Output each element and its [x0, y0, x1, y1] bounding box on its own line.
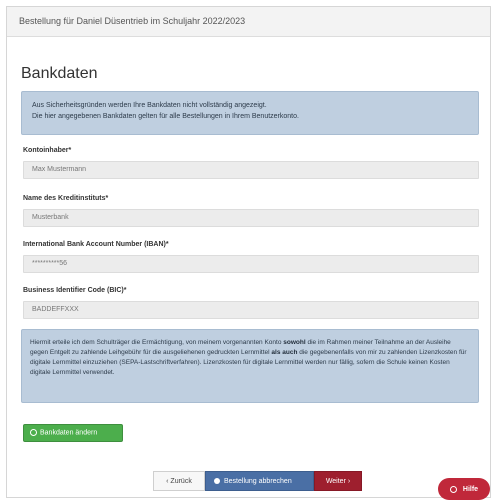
- back-button[interactable]: ‹ Zurück: [153, 471, 205, 491]
- help-icon: [449, 485, 457, 493]
- notice-bold-2: als auch: [271, 349, 298, 356]
- wizard-navigation: ‹ Zurück Bestellung abbrechen Weiter ›: [153, 471, 362, 491]
- bank-name-field[interactable]: Musterbank: [23, 209, 479, 227]
- cancel-icon: [214, 478, 220, 484]
- page-title: Bankdaten: [21, 65, 98, 82]
- iban-label: International Bank Account Number (IBAN)…: [23, 241, 169, 248]
- help-button[interactable]: Hilfe: [438, 478, 490, 500]
- cancel-order-label: Bestellung abbrechen: [224, 477, 292, 485]
- next-button[interactable]: Weiter ›: [314, 471, 362, 491]
- change-bank-data-label: Bankdaten ändern: [40, 429, 98, 437]
- account-holder-field[interactable]: Max Mustermann: [23, 161, 479, 179]
- bic-label: Business Identifier Code (BIC)*: [23, 287, 127, 294]
- security-info-box: Aus Sicherheitsgründen werden Ihre Bankd…: [21, 91, 479, 135]
- account-holder-label: Kontoinhaber*: [23, 147, 72, 154]
- window-title: Bestellung für Daniel Düsentrieb im Schu…: [7, 7, 490, 37]
- info-line-1: Aus Sicherheitsgründen werden Ihre Bankd…: [32, 102, 267, 109]
- iban-field[interactable]: **********56: [23, 255, 479, 273]
- bank-name-label: Name des Kreditinstituts*: [23, 195, 109, 202]
- sepa-mandate-notice: Hiermit erteile ich dem Schulträger die …: [21, 329, 479, 403]
- help-label: Hilfe: [462, 485, 479, 493]
- cancel-order-button[interactable]: Bestellung abbrechen: [205, 471, 314, 491]
- bic-field[interactable]: BADDEFFXXX: [23, 301, 479, 319]
- order-panel: Bestellung für Daniel Düsentrieb im Schu…: [6, 6, 491, 498]
- change-bank-data-button[interactable]: Bankdaten ändern: [23, 424, 123, 442]
- info-line-2: Die hier angegebenen Bankdaten gelten fü…: [32, 113, 299, 120]
- notice-text-1: Hiermit erteile ich dem Schulträger die …: [30, 339, 284, 346]
- edit-icon: [30, 429, 37, 436]
- notice-bold-1: sowohl: [283, 339, 306, 346]
